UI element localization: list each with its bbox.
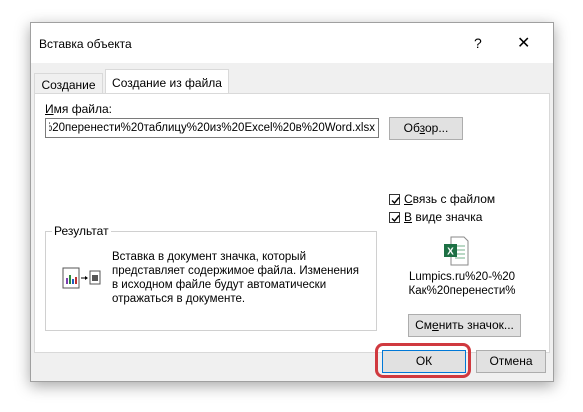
tab-label: Создание из файла <box>112 76 222 90</box>
excel-file-icon: X <box>444 236 469 266</box>
change-icon-button[interactable]: Сменить значок... <box>408 314 521 337</box>
tab-create-new[interactable]: Создание <box>34 73 103 93</box>
checkmark-icon <box>391 214 400 222</box>
cancel-button-label: Отмена <box>489 354 533 368</box>
link-to-file-label: Связь с файлом <box>404 192 496 206</box>
tab-create-from-file[interactable]: Создание из файла <box>105 69 229 94</box>
file-name-label: Имя файла: <box>45 102 112 116</box>
close-icon[interactable]: ✕ <box>517 33 530 53</box>
browse-button[interactable]: Обзор... <box>389 117 463 140</box>
title-bar: Вставка объекта ? ✕ <box>31 23 553 63</box>
display-as-icon-label: В виде значка <box>404 210 483 224</box>
icon-caption-line-2: Как%20перенести% <box>408 285 516 297</box>
tab-panel: Имя файла: Обзор... Связь с файлом В вид… <box>34 93 550 353</box>
checkbox-box[interactable] <box>389 211 400 223</box>
change-icon-button-label: Сменить значок... <box>415 318 514 332</box>
cancel-button[interactable]: Отмена <box>476 350 546 373</box>
tab-label: Создание <box>41 78 96 92</box>
svg-text:X: X <box>447 247 454 258</box>
dialog-title: Вставка объекта <box>39 37 132 51</box>
checkmark-icon <box>391 196 400 204</box>
result-legend: Результат <box>52 224 111 238</box>
insert-icon-result-icon <box>62 267 101 289</box>
ok-button[interactable]: ОК <box>382 350 466 373</box>
insert-object-dialog: Вставка объекта ? ✕ Создание Создание из… <box>30 22 554 382</box>
icon-caption-line-1: Lumpics.ru%20-%20 <box>408 271 516 283</box>
icon-caption: Lumpics.ru%20-%20 Как%20перенести% <box>407 270 517 298</box>
checkbox-box[interactable] <box>389 193 400 205</box>
tab-strip: Создание Создание из файла <box>31 63 553 94</box>
display-as-icon-checkbox[interactable]: В виде значка <box>389 210 482 224</box>
link-to-file-checkbox[interactable]: Связь с файлом <box>389 192 495 206</box>
ok-button-label: ОК <box>415 354 433 368</box>
browse-button-label: Обзор... <box>403 121 449 135</box>
file-name-input[interactable] <box>45 118 379 138</box>
result-description: Вставка в документ значка, который предс… <box>112 251 359 305</box>
result-group: Результат Вставка в документ значка, кот… <box>45 224 377 331</box>
help-icon[interactable]: ? <box>474 35 482 51</box>
